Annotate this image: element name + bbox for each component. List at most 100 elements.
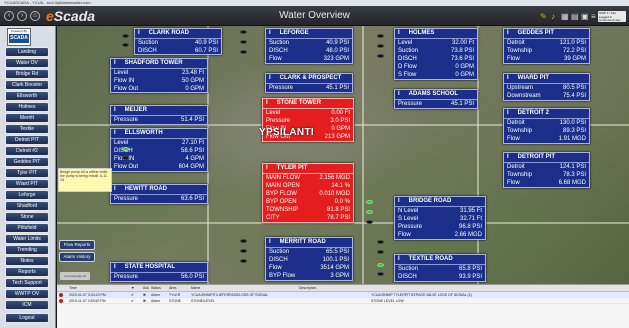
sidebar-item-textile[interactable]: Textile xyxy=(5,124,49,134)
panel-header: I HEWITT ROAD xyxy=(111,185,207,195)
panel-row: TOWNSHIP 81.8 PSI xyxy=(266,207,350,213)
panel-header: I ELLSWORTH xyxy=(111,129,207,139)
bridge-pump-note: Bridge pump #3 is offline while the pump… xyxy=(58,168,112,192)
panel-row: Flow 323 GPM xyxy=(269,56,349,62)
sidebar-item-tyler-pit[interactable]: Tyler PIT xyxy=(5,168,49,178)
app-header: ‹ › ⌂ eScada Water Overview ✎ ♪ ▦ ▤ ▣ ≡ … xyxy=(0,6,629,26)
panel-row: Detroit 130.0 PSI xyxy=(507,120,586,126)
station-panel-meijer[interactable]: I MEIJER Pressure 51.4 PSI xyxy=(110,105,208,125)
panel-row: Township 89.3 PSI xyxy=(507,128,586,134)
sidebar-item-stone[interactable]: Stone xyxy=(5,212,49,222)
panel-row: DISCH 60.7 PSI xyxy=(138,48,218,54)
panel-row: MAIN FLOW 2.156 MGD xyxy=(266,175,350,181)
station-panel-adams-school[interactable]: I ADAMS SCHOOL Pressure 45.1 PSI xyxy=(394,89,478,109)
alarm-table: Time ▼ Ack Status Area Name Description … xyxy=(57,284,629,328)
sidebar-item-detroit-pit[interactable]: Detroit PIT xyxy=(5,135,49,145)
pump-status-indicator xyxy=(240,30,247,34)
sidebar-item-water-ov[interactable]: Water OV xyxy=(5,58,49,68)
station-panel-detroit-2[interactable]: I DETROIT 2 Detroit 130.0 PSI Township 89.3… xyxy=(503,108,590,144)
panel-row: S Flow 0 GPM xyxy=(398,72,474,78)
sidebar-item-notes[interactable]: Notes xyxy=(5,256,49,266)
pump-status-indicator xyxy=(240,50,247,54)
sidebar-item-tech-support[interactable]: Tech Support xyxy=(5,278,49,288)
session-info: HWP 1 / Fan Logged in Connected User xyxy=(598,11,626,22)
alarm-bell-icon[interactable]: ♪ xyxy=(551,12,555,21)
panel-row: Level 32.00 Ft xyxy=(398,40,474,46)
station-panel-holmes[interactable]: I HOLMES Level 32.00 Ft Suction 73.8 PSI DI… xyxy=(394,28,478,80)
panel-header: I DETROIT 2 xyxy=(504,109,589,119)
panel-row: Pressure 51.4 PSI xyxy=(114,117,204,123)
map-road xyxy=(362,26,364,284)
edit-icon[interactable]: ✎ xyxy=(540,12,547,21)
pump-status-indicator xyxy=(122,147,129,151)
panel-header: I TEXTILE ROAD xyxy=(395,255,485,265)
station-panel-state-hospital[interactable]: I STATE HOSPITAL Pressure 56.0 PSI xyxy=(110,262,208,282)
sidebar-item-merritt[interactable]: Merritt xyxy=(5,113,49,123)
panel-row: Downstream 75.4 PSI xyxy=(507,93,586,99)
menu-icon[interactable]: ≡ xyxy=(591,12,596,21)
panel-row: Pressure 3.0 PSI xyxy=(266,118,350,124)
panel-row: Flow 6.68 MGD xyxy=(507,180,586,186)
page-title: Water Overview xyxy=(279,10,350,21)
acknowledge-all-button[interactable]: Acknowledge All xyxy=(60,272,90,280)
station-panel-wiard-pit[interactable]: I WIARD PIT Upstream 80.5 PSI Downstream 75… xyxy=(503,73,590,101)
pump-status-indicator xyxy=(240,249,247,253)
sidebar-item-water-limits[interactable]: Water Limits xyxy=(5,234,49,244)
sidebar-item-ellsworth[interactable]: Ellsworth xyxy=(5,91,49,101)
pump-status-indicator xyxy=(377,240,384,244)
panel-row: MAIN OPEN 14.1 % xyxy=(266,183,350,189)
panel-row: DISCH 48.0 PSI xyxy=(269,48,349,54)
panel-row: Township 72.2 PSI xyxy=(507,48,586,54)
station-panel-clark-prospect[interactable]: I CLARK & PROSPECT Pressure 45.1 PSI xyxy=(265,73,353,93)
panel-row: N Level 31.95 Ft xyxy=(398,208,482,214)
grid-icon[interactable]: ▦ xyxy=(561,12,569,21)
station-panel-shadford-tower[interactable]: I SHADFORD TOWER Level 23.48 Ft Flow IN 50 … xyxy=(110,58,208,93)
list-icon[interactable]: ▤ xyxy=(571,12,579,21)
panel-row: Upstream 80.5 PSI xyxy=(507,85,586,91)
station-panel-textile-road[interactable]: I TEXTILE ROAD Suction 65.8 PSI DISCH 93.9 … xyxy=(394,254,486,282)
panel-row: BYP FLOW 0.010 MGD xyxy=(266,191,350,197)
station-panel-merritt-road[interactable]: I MERRITT ROAD Suction 65.5 PSI DISCH 100.1… xyxy=(265,237,353,281)
lock-icon[interactable]: ▣ xyxy=(581,12,589,21)
sidebar-item-shadford[interactable]: Shadford xyxy=(5,201,49,211)
station-panel-clark-road[interactable]: I CLARK ROAD Suction 40.9 PSI DISCH 60.7 PS… xyxy=(134,28,222,55)
station-panel-geddes-pit[interactable]: I GEDDES PIT Detroit 121.0 PSI Township 72.… xyxy=(503,28,590,64)
panel-row: Level 27.10 Ft xyxy=(114,140,204,146)
panel-row: DISCH 93.9 PSI xyxy=(398,274,482,280)
panel-row: Flow 2.66 MGD xyxy=(398,232,482,238)
panel-header: I GEDDES PIT xyxy=(504,29,589,39)
sidebar-item-pittsfield[interactable]: Pittsfield xyxy=(5,223,49,233)
station-panel-tyler-pit[interactable]: I TYLER PIT MAIN FLOW 2.156 MGD MAIN OPEN 1… xyxy=(262,163,354,223)
sidebar-item-trending[interactable]: Trending xyxy=(5,245,49,255)
panel-row: D Flow 0 GPM xyxy=(398,64,474,70)
panel-row: Level 0.00 Ft xyxy=(266,110,350,116)
sidebar-item-landing[interactable]: Landing xyxy=(5,47,49,57)
sidebar-item-clark-booster[interactable]: Clark Booster xyxy=(5,80,49,90)
sidebar-item-bridge-rd[interactable]: Bridge Rd xyxy=(5,69,49,79)
station-panel-leforge[interactable]: I LEFORGE Suction 40.9 PSI DISCH 48.0 PSI F… xyxy=(265,28,353,64)
panel-row: Pressure 56.0 PSI xyxy=(114,274,204,280)
city-label: YPSILANTI xyxy=(259,127,314,138)
alarm-dot-icon xyxy=(59,293,63,297)
alarm-dot-icon xyxy=(59,299,63,303)
sidebar-item-reports[interactable]: Reports xyxy=(5,267,49,277)
sidebar-item-wwtp-ov[interactable]: WWTP OV xyxy=(5,289,49,299)
panel-row: DISCH 100.1 PSI xyxy=(269,257,349,263)
sidebar-item-holmes[interactable]: Holmes xyxy=(5,102,49,112)
panel-header: I CLARK & PROSPECT xyxy=(266,74,352,84)
station-panel-hewitt-road[interactable]: I HEWITT ROAD Pressure 63.6 PSI xyxy=(110,184,208,204)
sidebar-item-leforge[interactable]: Leforge xyxy=(5,190,49,200)
table-row[interactable]: 2019-11-07 2:53:50 PM ✔ ✖ Alarm STONE ST… xyxy=(57,298,629,304)
sidebar-item-wiard-pit[interactable]: Wiard PIT xyxy=(5,179,49,189)
panel-row: Flow Out 0 GPM xyxy=(114,86,204,92)
sidebar-item-geddes-pit[interactable]: Geddes PIT xyxy=(5,157,49,167)
station-panel-detroit-pit[interactable]: I DETROIT PIT Detroit 124.1 PSI Township 78… xyxy=(503,152,590,188)
station-panel-bridge-road[interactable]: I BRIDGE ROAD N Level 31.95 Ft S Level 32.7… xyxy=(394,196,486,240)
panel-header: I LEFORGE xyxy=(266,29,352,39)
sidebar-item-icm[interactable]: ICM xyxy=(5,300,49,310)
sidebar-item-logout[interactable]: Logout xyxy=(5,313,49,323)
flow-reports-button[interactable]: Flow Reports xyxy=(59,240,95,250)
alarm-history-button[interactable]: Alarm History xyxy=(59,252,95,262)
sidebar-item-detroit-2[interactable]: Detroit #2 xyxy=(5,146,49,156)
panel-row: Detroit 124.1 PSI xyxy=(507,164,586,170)
